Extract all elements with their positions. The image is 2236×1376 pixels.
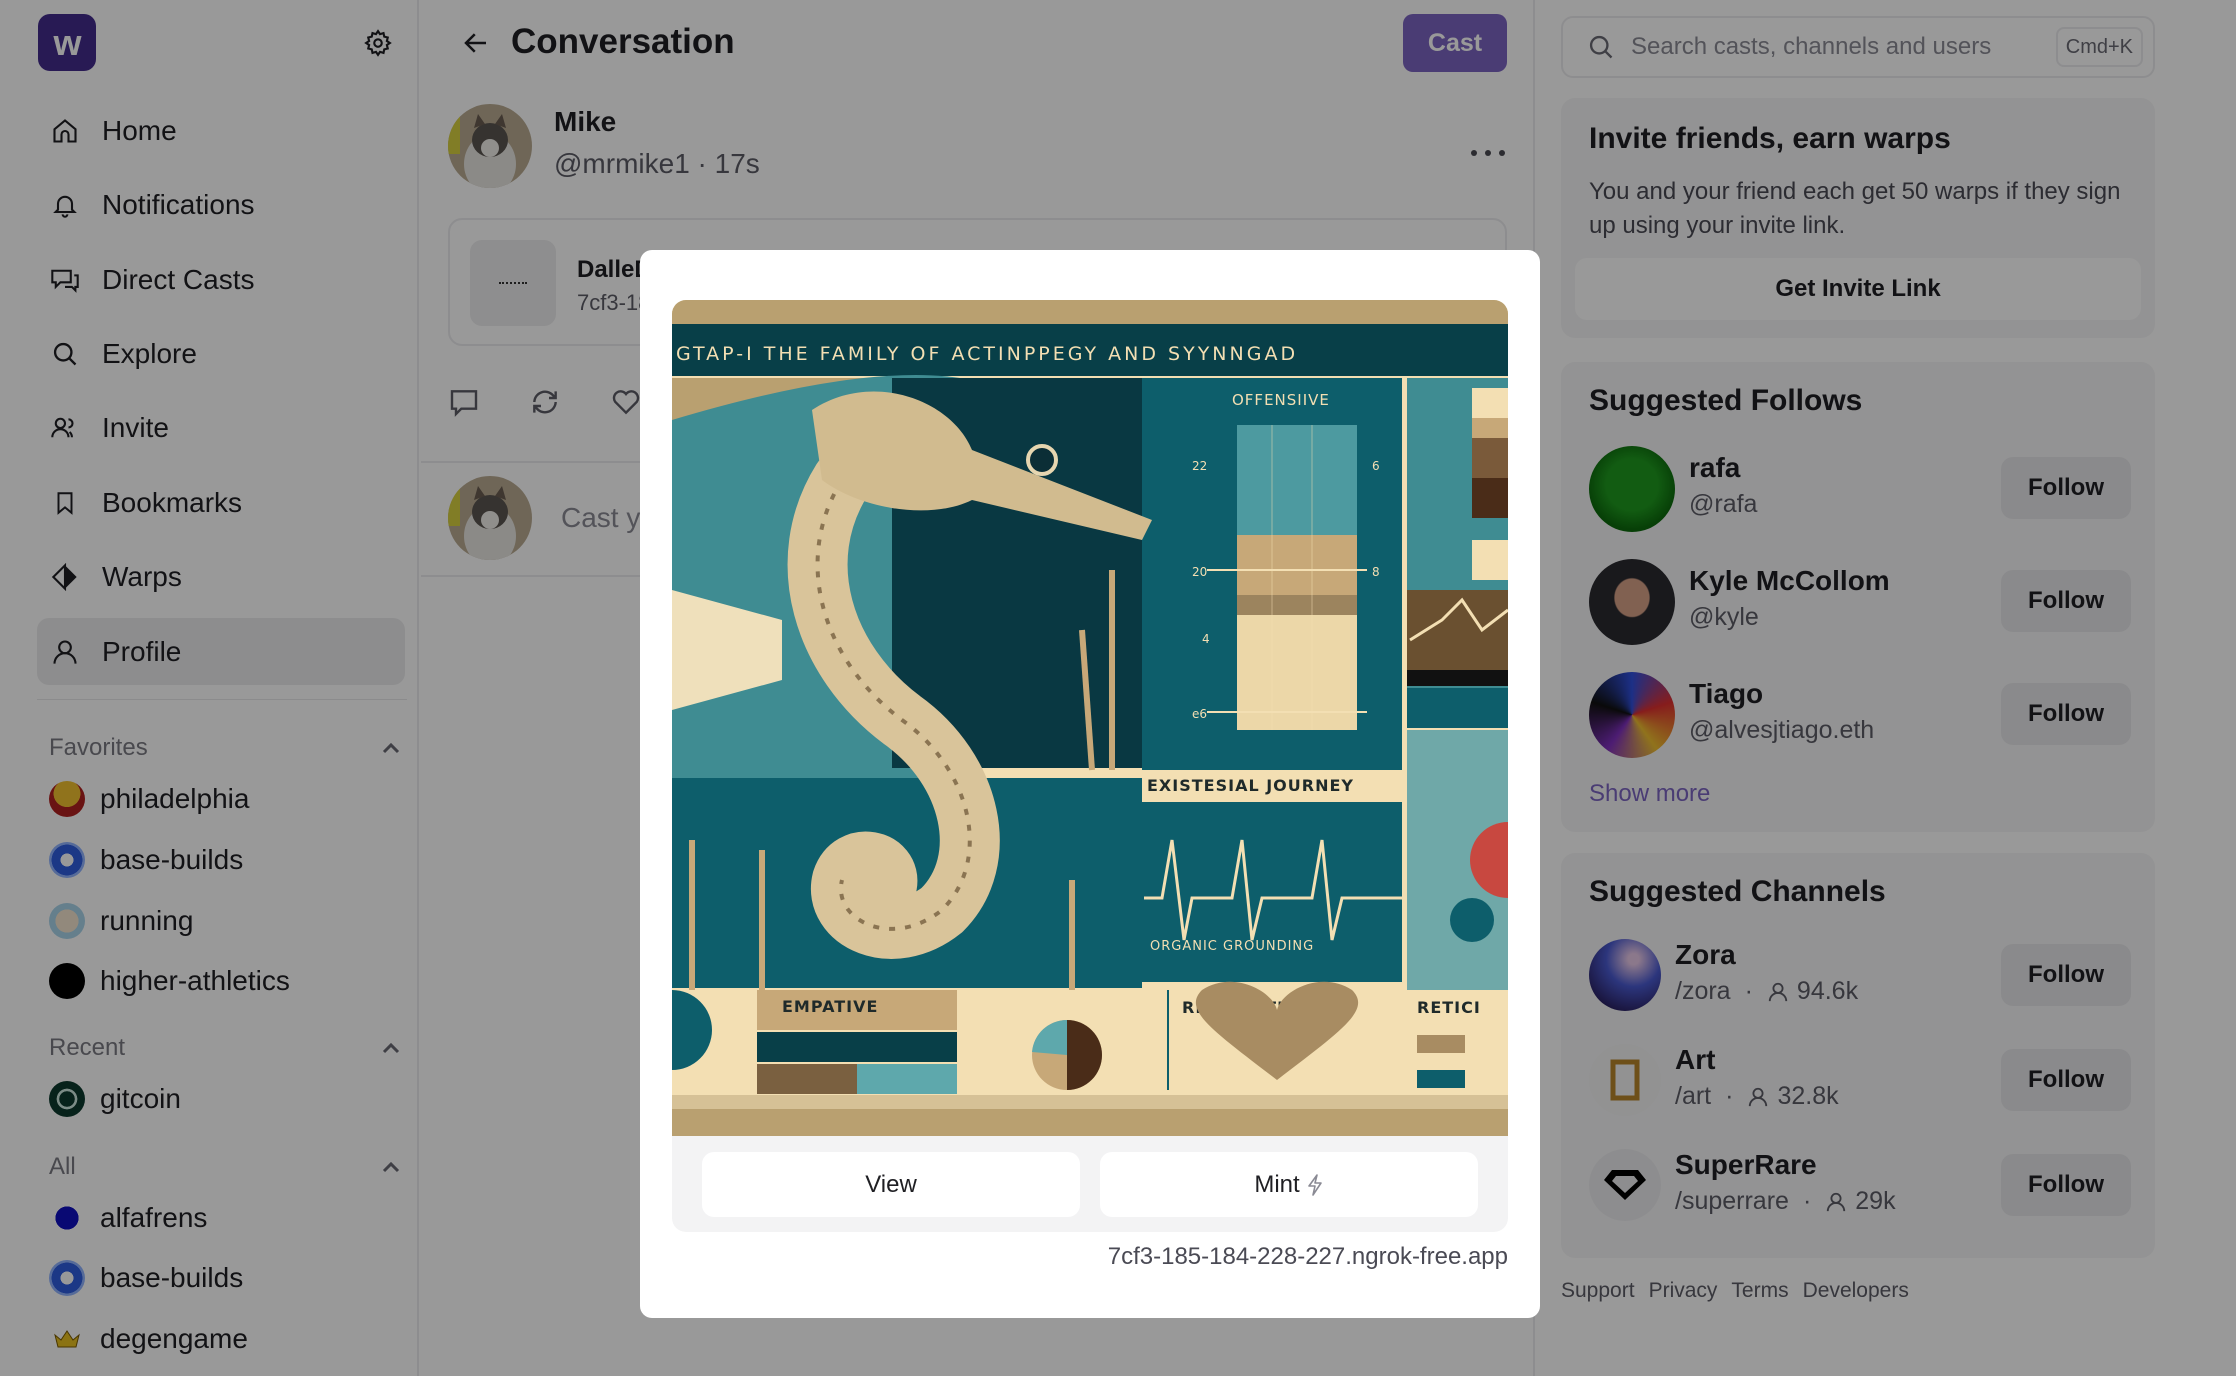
panel-label-empative: EMPATIVE (782, 997, 878, 1016)
frame-button-bar: View Mint (672, 1136, 1508, 1232)
axis-label: e6 (1192, 707, 1207, 721)
panel-label-organic: ORGANIC GROUNDING (1150, 939, 1314, 954)
axis-label: 6 (1372, 459, 1380, 473)
frame-url[interactable]: 7cf3-185-184-228-227.ngrok-free.app (1108, 1243, 1508, 1271)
frame-view-button[interactable]: View (702, 1152, 1080, 1217)
axis-label: 4 (1202, 632, 1210, 646)
panel-label-retici: RETICI (1417, 998, 1481, 1017)
axis-label: 8 (1372, 565, 1380, 579)
banner-text: GTAP-I THE FAMILY OF ACTINPPEGY AND SYYN… (676, 343, 1298, 365)
panel-label-existential: EXISTESIAL JOURNEY (1147, 776, 1354, 795)
frame-modal: GTAP-I THE FAMILY OF ACTINPPEGY AND SYYN… (640, 250, 1540, 1318)
axis-label: 20 (1192, 565, 1207, 579)
frame-container: GTAP-I THE FAMILY OF ACTINPPEGY AND SYYN… (672, 300, 1508, 1232)
axis-label: 22 (1192, 459, 1207, 473)
frame-mint-button[interactable]: Mint (1100, 1152, 1478, 1217)
frame-image[interactable]: GTAP-I THE FAMILY OF ACTINPPEGY AND SYYN… (672, 300, 1508, 1136)
lightning-icon (1307, 1173, 1322, 1196)
panel-label-offensive: OFFENSIIVE (1232, 391, 1330, 409)
